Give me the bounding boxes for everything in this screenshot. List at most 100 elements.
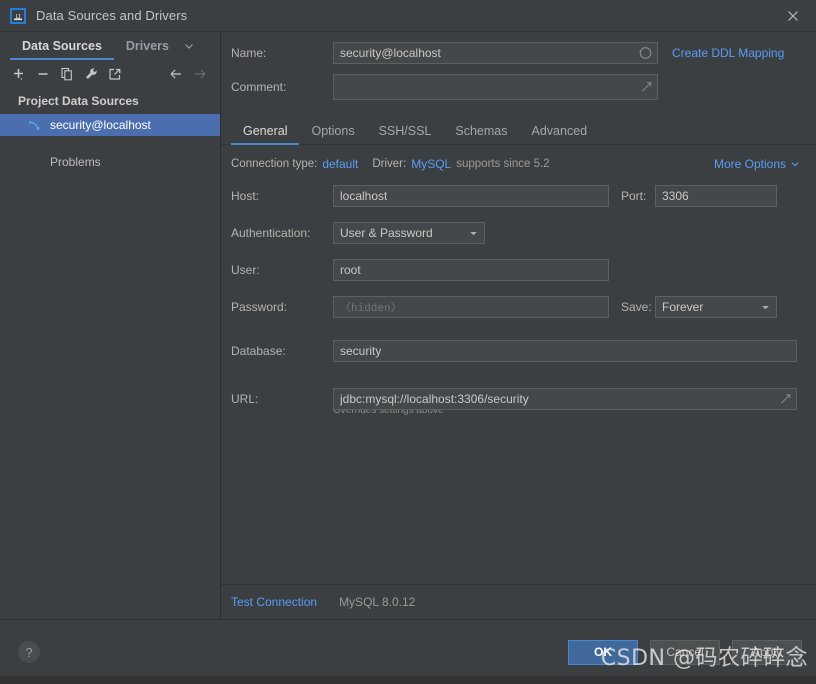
connection-info-row: Connection type: default Driver: MySQL s… [221,157,816,171]
driver-version-label: MySQL 8.0.12 [339,595,416,609]
apply-button[interactable]: Apply [732,639,802,665]
url-label: URL: [231,392,259,406]
tab-data-sources[interactable]: Data Sources [10,32,114,60]
ok-button-label: OK [594,645,612,659]
host-input[interactable]: localhost [333,185,609,207]
title-bar: IJ Data Sources and Drivers [0,0,816,32]
test-connection-link[interactable]: Test Connection [231,595,317,609]
user-input-value: root [340,263,361,277]
comment-row: Comment: [231,74,800,100]
user-label: User: [231,263,260,277]
expand-icon[interactable] [641,82,652,93]
save-select[interactable]: Forever [655,296,777,318]
name-label: Name: [231,46,267,60]
name-input[interactable]: security@localhost [333,42,658,64]
chevron-down-icon [760,302,771,313]
more-options-label: More Options [713,157,786,171]
close-icon[interactable] [770,0,816,31]
driver-value[interactable]: MySQL [411,157,451,171]
apply-button-label: Apply [751,645,783,659]
url-input-value: jdbc:mysql://localhost:3306/security [340,392,529,406]
chevron-down-icon [790,159,800,169]
tab-advanced[interactable]: Advanced [520,124,600,144]
details-tab-bar: General Options SSH/SSL Schemas Advanced [221,117,816,145]
driver-label: Driver: [372,158,407,170]
cancel-button[interactable]: Cancel [650,639,720,665]
authentication-row: Authentication: User & Password [231,222,800,244]
dialog-button-bar: ? OK Cancel Apply CSDN @码农碎碎念 [0,619,816,684]
create-ddl-mapping-link[interactable]: Create DDL Mapping [672,46,784,60]
sidebar-item-security-localhost[interactable]: security@localhost [0,114,220,136]
comment-label: Comment: [231,80,287,94]
password-input[interactable]: 〈hidden〉 [333,296,609,318]
connection-type-label: Connection type: [231,158,318,170]
authentication-select[interactable]: User & Password [333,222,485,244]
details-footer: Test Connection MySQL 8.0.12 [221,584,816,619]
tab-drivers-label: Drivers [125,39,169,53]
copy-icon[interactable] [56,63,78,85]
save-label: Save: [621,300,652,314]
connection-type-value[interactable]: default [322,157,358,171]
sidebar-item-problems-label: Problems [50,155,101,169]
name-row: Name: security@localhost Create DDL Mapp… [231,42,800,64]
data-source-details-panel: Name: security@localhost Create DDL Mapp… [221,32,816,619]
forward-button [190,63,212,85]
tab-options[interactable]: Options [299,124,366,144]
chevron-down-icon[interactable] [181,32,201,60]
name-input-value: security@localhost [340,46,441,60]
database-input[interactable]: security [333,340,797,362]
bottom-strip [0,676,816,684]
tab-advanced-label: Advanced [531,124,588,138]
connection-fields: Host: localhost Port: 3306 Authenticatio… [221,185,816,428]
database-label: Database: [231,344,286,358]
help-button[interactable]: ? [18,641,40,663]
dialog-body: Data Sources Drivers Project Data Source… [0,32,816,619]
chevron-down-icon [468,228,479,239]
sidebar-toolbar [0,60,220,88]
authentication-select-value: User & Password [340,226,433,240]
data-sources-and-drivers-dialog: IJ Data Sources and Drivers Data Sources… [0,0,816,684]
external-link-icon[interactable] [104,63,126,85]
mysql-dolphin-icon [28,118,42,132]
host-row: Host: localhost Port: 3306 [231,185,800,207]
sidebar-item-label: security@localhost [50,118,151,132]
host-input-value: localhost [340,189,388,203]
tab-drivers[interactable]: Drivers [114,32,181,60]
details-header: Name: security@localhost Create DDL Mapp… [221,32,816,110]
add-data-source-button[interactable] [8,63,30,85]
port-input[interactable]: 3306 [655,185,777,207]
back-button[interactable] [166,63,188,85]
user-row: User: root [231,259,800,281]
tab-general[interactable]: General [231,124,300,145]
circle-icon[interactable] [639,47,652,60]
more-options-button[interactable]: More Options [714,157,800,171]
ok-button[interactable]: OK [568,639,638,665]
port-input-value: 3306 [662,189,689,203]
wrench-icon[interactable] [80,63,102,85]
url-row: URL: jdbc:mysql://localhost:3306/securit… [231,388,800,410]
tab-options-label: Options [311,124,355,138]
sidebar-item-problems[interactable]: Problems [0,151,220,173]
tab-schemas-label: Schemas [455,124,508,138]
window-title: Data Sources and Drivers [36,8,188,23]
save-select-value: Forever [662,300,704,314]
url-input[interactable]: jdbc:mysql://localhost:3306/security [333,388,797,410]
database-row: Database: security [231,340,800,362]
tab-ssh-ssl-label: SSH/SSL [378,124,432,138]
remove-data-source-button[interactable] [32,63,54,85]
tab-data-sources-label: Data Sources [22,39,102,53]
tab-ssh-ssl[interactable]: SSH/SSL [367,124,444,144]
data-sources-panel: Data Sources Drivers Project Data Source… [0,32,221,619]
comment-input[interactable] [333,74,658,100]
driver-supports-text: supports since 5.2 [456,158,550,170]
password-label: Password: [231,300,288,314]
expand-icon[interactable] [780,394,791,405]
host-label: Host: [231,189,260,203]
details-spacer [221,428,816,584]
database-input-value: security [340,344,382,358]
tab-general-label: General [243,124,288,138]
help-button-label: ? [25,644,33,660]
tab-schemas[interactable]: Schemas [443,124,519,144]
tree-header: Project Data Sources [18,94,139,108]
user-input[interactable]: root [333,259,609,281]
